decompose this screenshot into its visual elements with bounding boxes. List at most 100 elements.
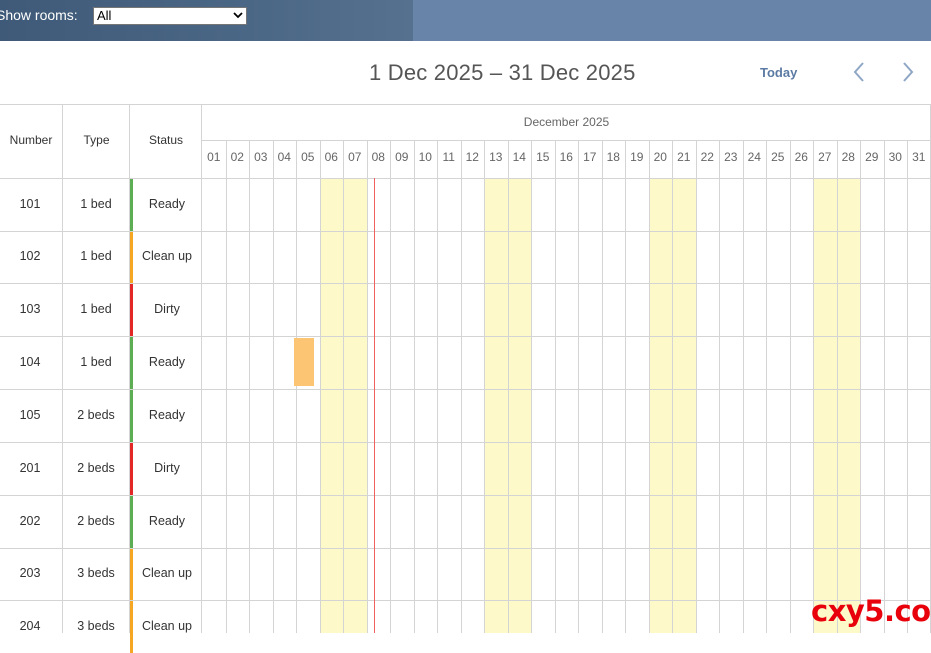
status-color-bar — [130, 390, 133, 442]
weekend-column — [507, 178, 531, 633]
room-number: 103 — [19, 301, 41, 316]
day-header: 11 — [442, 150, 455, 164]
grid-line — [696, 140, 697, 633]
grid-line — [202, 140, 931, 141]
top-toolbar: Show rooms: All — [0, 0, 931, 41]
grid-line — [790, 140, 791, 633]
day-header: 16 — [559, 150, 573, 164]
status-color-bar — [130, 179, 133, 231]
grid-line — [907, 140, 908, 633]
toolbar-filter-area: Show rooms: All — [0, 0, 413, 41]
day-header: 14 — [512, 150, 526, 164]
room-number: 104 — [19, 354, 41, 369]
day-header: 03 — [254, 150, 268, 164]
today-marker-line — [374, 178, 375, 633]
grid-line — [0, 389, 931, 390]
status-color-bar — [130, 601, 133, 653]
weekend-column — [672, 178, 696, 633]
room-status: Clean up — [141, 618, 193, 633]
grid-line — [625, 140, 626, 633]
chevron-left-icon[interactable] — [852, 61, 866, 83]
grid-line — [390, 140, 391, 633]
grid-line — [743, 140, 744, 633]
weekend-column — [343, 178, 367, 633]
weekend-column — [484, 178, 508, 633]
room-type: 1 bed — [80, 354, 112, 369]
day-header: 01 — [207, 150, 221, 164]
day-header: 10 — [418, 150, 432, 164]
grid-line — [837, 140, 838, 633]
room-type: 1 bed — [80, 249, 112, 263]
grid-line — [0, 442, 931, 443]
room-number: 203 — [19, 566, 41, 580]
today-button[interactable]: Today — [760, 65, 797, 80]
grid-line — [414, 140, 415, 633]
room-status: Dirty — [154, 460, 180, 475]
room-status: Clean up — [141, 566, 193, 580]
day-header: 29 — [865, 150, 879, 164]
day-header: 31 — [912, 150, 926, 164]
grid-line — [367, 140, 368, 633]
status-color-bar — [130, 284, 133, 336]
grid-line — [0, 283, 931, 284]
day-header: 23 — [724, 150, 738, 164]
room-number: 105 — [19, 407, 41, 422]
grid-line — [672, 140, 673, 633]
grid-line — [0, 495, 931, 496]
grid-line — [201, 104, 202, 633]
room-type: 2 beds — [77, 513, 115, 528]
grid-line — [766, 140, 767, 633]
column-header-status[interactable]: Status — [130, 133, 202, 147]
day-header: 09 — [395, 150, 409, 164]
booking-event-104[interactable] — [294, 338, 314, 386]
grid-line — [484, 140, 485, 633]
weekend-column — [648, 178, 672, 633]
day-header: 21 — [677, 150, 691, 164]
column-header-number[interactable]: Number — [0, 133, 62, 147]
chevron-right-icon[interactable] — [901, 61, 915, 83]
day-header: 22 — [700, 150, 714, 164]
rooms-filter-value: All — [97, 8, 112, 23]
room-type: 3 beds — [77, 618, 115, 633]
weekend-column — [319, 178, 343, 633]
day-header: 02 — [230, 150, 244, 164]
column-header-type[interactable]: Type — [63, 133, 130, 147]
grid-line — [296, 140, 297, 633]
day-header: 20 — [653, 150, 667, 164]
day-header: 24 — [747, 150, 761, 164]
room-status: Clean up — [141, 249, 193, 263]
grid-line — [555, 140, 556, 633]
room-number: 204 — [19, 618, 41, 633]
room-type: 2 beds — [77, 407, 115, 422]
grid-line — [0, 231, 931, 232]
room-number: 201 — [19, 460, 41, 475]
weekend-column — [836, 178, 860, 633]
grid-line — [531, 140, 532, 633]
room-number: 202 — [19, 513, 41, 528]
room-status: Dirty — [154, 301, 180, 316]
status-color-bar — [130, 232, 133, 283]
status-color-bar — [130, 496, 133, 548]
day-header: 28 — [841, 150, 855, 164]
grid-line — [320, 140, 321, 633]
day-header: 07 — [348, 150, 362, 164]
grid-line — [884, 140, 885, 633]
grid-line — [437, 140, 438, 633]
room-number: 101 — [19, 196, 41, 211]
day-header: 19 — [630, 150, 644, 164]
day-header: 18 — [606, 150, 620, 164]
grid-line — [62, 104, 63, 633]
grid-line — [249, 140, 250, 633]
grid-line — [508, 140, 509, 633]
day-header: 08 — [371, 150, 385, 164]
room-status: Ready — [148, 354, 186, 369]
room-status: Ready — [148, 407, 186, 422]
room-type: 1 bed — [80, 196, 112, 211]
weekend-column — [813, 178, 837, 633]
day-header: 26 — [794, 150, 808, 164]
day-header: 06 — [324, 150, 338, 164]
room-number: 102 — [19, 249, 41, 263]
date-range-title: 1 Dec 2025 – 31 Dec 2025 — [369, 60, 636, 85]
day-header: 13 — [489, 150, 503, 164]
rooms-filter-select[interactable]: All — [93, 7, 247, 25]
